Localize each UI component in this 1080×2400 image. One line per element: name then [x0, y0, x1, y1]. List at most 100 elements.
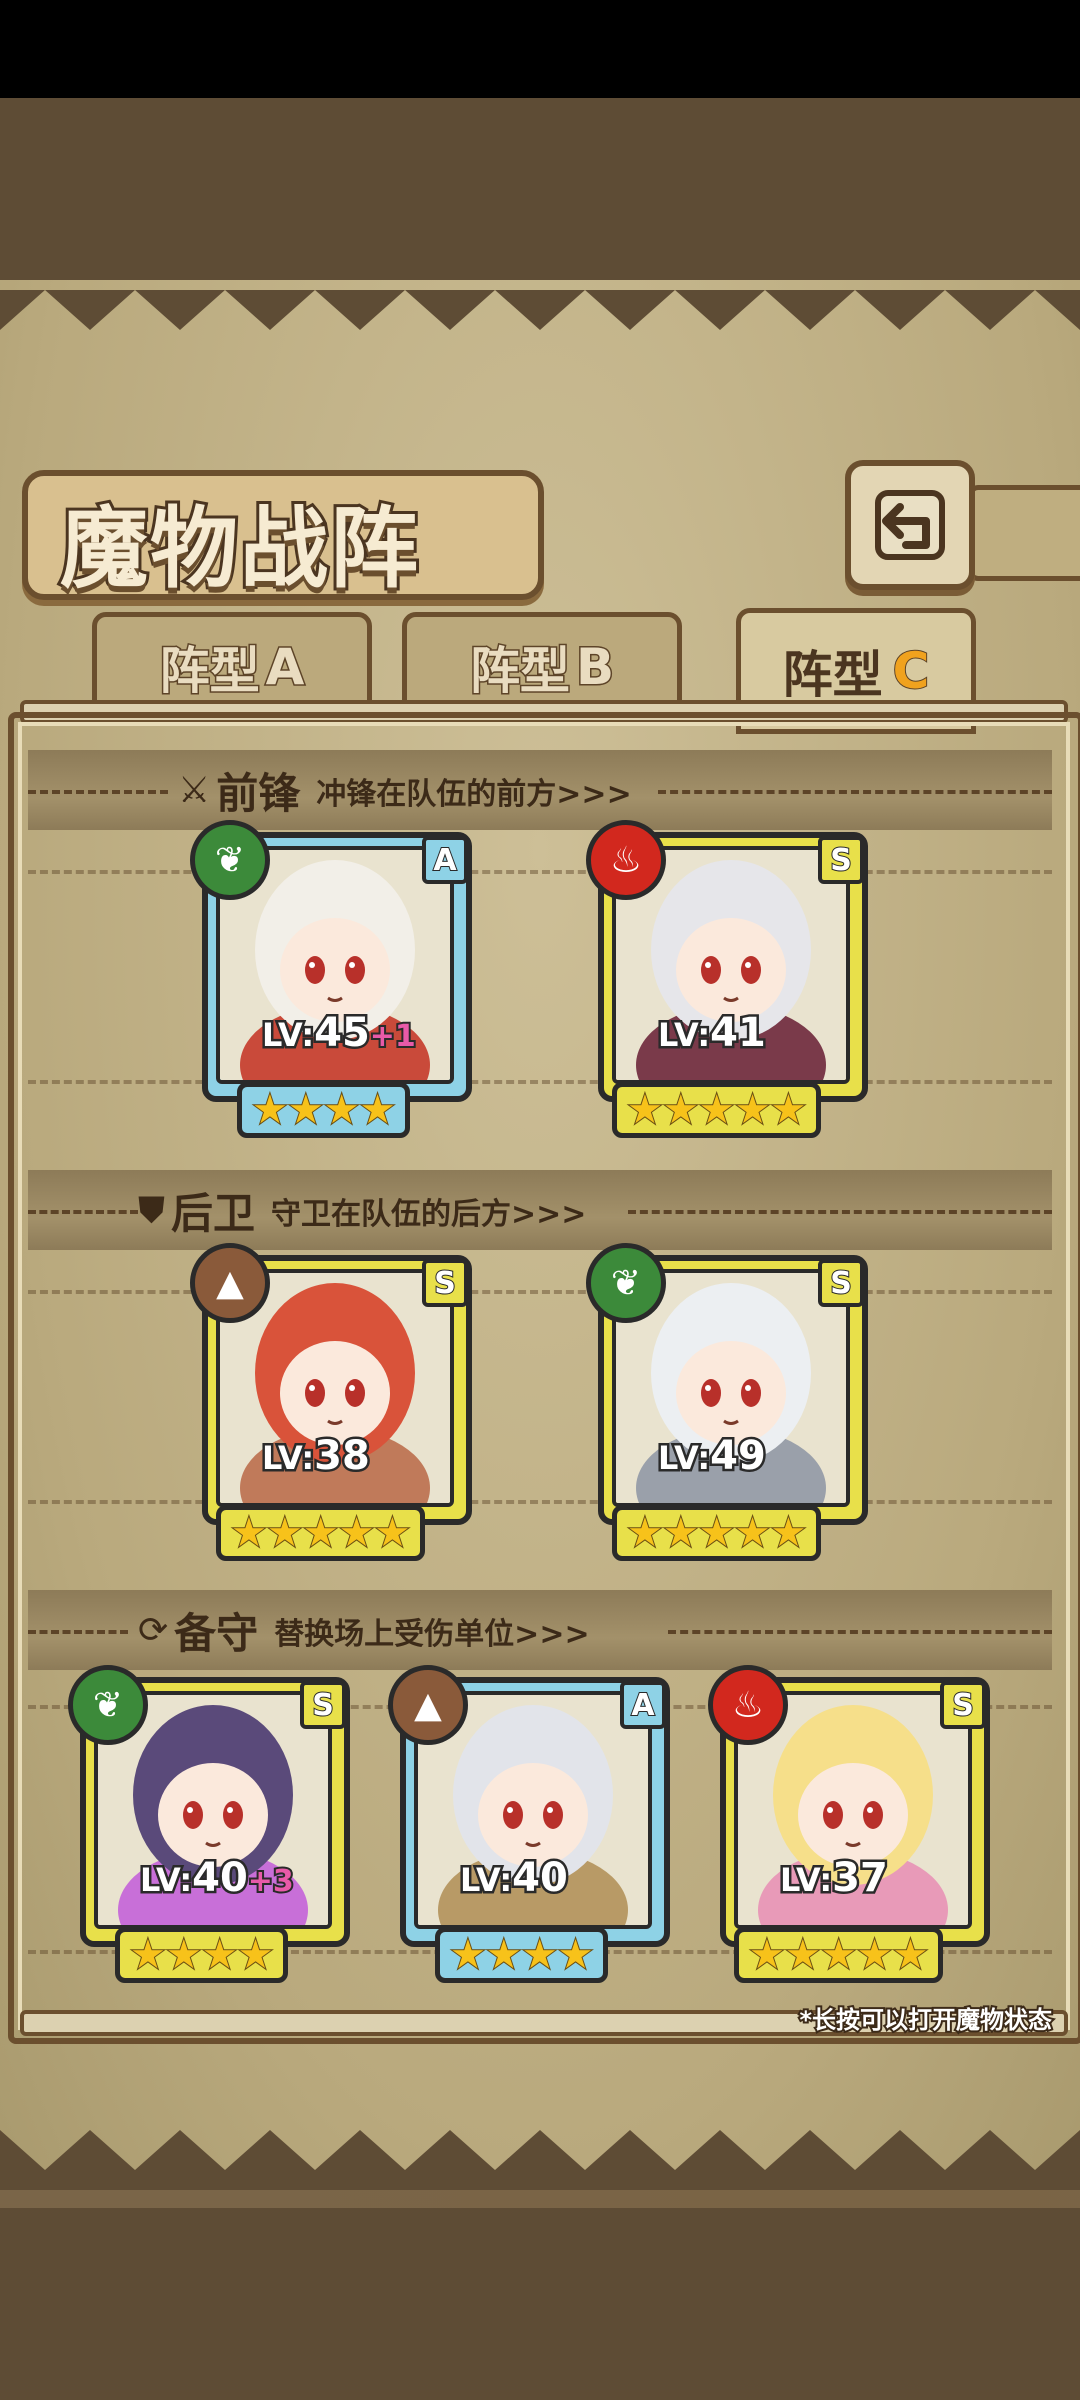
- lane-line: [28, 1290, 1052, 1294]
- swap-icon: ⟳: [138, 1610, 169, 1651]
- level-prefix: LV:: [137, 1859, 194, 1902]
- star-icon: ★: [698, 1087, 736, 1133]
- rank-badge: S: [940, 1681, 986, 1729]
- star-icon: ★: [323, 1087, 361, 1133]
- panel-bottom-edge: [0, 2130, 1080, 2190]
- star-icon: ★: [266, 1510, 304, 1556]
- monster-card-front-1[interactable]: A ❦ LV:45+1 ★ ★ ★ ★: [190, 820, 472, 1138]
- lane-line: [28, 870, 1052, 874]
- star-icon: ★: [769, 1510, 807, 1556]
- star-icon: ★: [287, 1087, 325, 1133]
- star-icon: ★: [784, 1932, 822, 1978]
- earth-element-icon: ▲: [388, 1665, 468, 1745]
- level-bonus: +3: [246, 1862, 296, 1901]
- star-icon: ★: [856, 1932, 894, 1978]
- level-prefix: LV:: [777, 1859, 834, 1902]
- level-value: 38: [312, 1431, 373, 1482]
- star-icon: ★: [359, 1087, 397, 1133]
- tab-letter: A: [264, 637, 306, 698]
- star-icon: ★: [449, 1932, 487, 1978]
- monster-card-reserve-2[interactable]: A ▲ LV:40 ★ ★ ★ ★: [388, 1665, 670, 1983]
- star-icon: ★: [626, 1087, 664, 1133]
- level-value: 41: [708, 1008, 769, 1059]
- tab-letter: B: [574, 637, 615, 698]
- status-bar: [0, 0, 1080, 98]
- star-icon: ★: [237, 1932, 275, 1978]
- star-icon: ★: [165, 1932, 203, 1978]
- monster-card-reserve-3[interactable]: S ♨ LV:37 ★ ★ ★ ★ ★: [708, 1665, 990, 1983]
- star-icon: ★: [662, 1510, 700, 1556]
- back-button-rail: [968, 485, 1080, 581]
- star-icon: ★: [734, 1087, 772, 1133]
- star-icon: ★: [734, 1510, 772, 1556]
- star-rating: ★ ★ ★ ★ ★: [612, 1082, 822, 1138]
- star-icon: ★: [302, 1510, 340, 1556]
- level-value: 40: [510, 1853, 571, 1904]
- star-icon: ★: [129, 1932, 167, 1978]
- shield-icon: ⛊: [138, 1189, 166, 1231]
- monster-card-back-2[interactable]: S ❦ LV:49 ★ ★ ★ ★ ★: [586, 1243, 868, 1561]
- star-rating: ★ ★ ★ ★ ★: [612, 1505, 822, 1561]
- star-icon: ★: [373, 1510, 411, 1556]
- section-title: 备守: [174, 1609, 259, 1658]
- lane-line: [28, 1500, 1052, 1504]
- level-value: 40: [190, 1853, 251, 1904]
- level-prefix: LV:: [457, 1859, 514, 1902]
- rank-badge: S: [818, 1259, 864, 1307]
- section-description: 冲锋在队伍的前方>>>: [316, 776, 632, 812]
- star-icon: ★: [769, 1087, 807, 1133]
- star-icon: ★: [626, 1510, 664, 1556]
- star-icon: ★: [338, 1510, 376, 1556]
- level-prefix: LV:: [655, 1014, 712, 1057]
- star-icon: ★: [891, 1932, 929, 1978]
- level-label: LV:41: [655, 1008, 769, 1059]
- back-button[interactable]: [845, 460, 975, 590]
- star-rating: ★ ★ ★ ★ ★: [734, 1927, 944, 1983]
- level-prefix: LV:: [259, 1014, 316, 1057]
- grass-element-icon: ❦: [190, 820, 270, 900]
- section-front: ⚔ 前锋 冲锋在队伍的前方>>>: [28, 750, 1052, 830]
- level-label: LV:45+1: [259, 1008, 418, 1059]
- section-reserve: ⟳ 备守 替换场上受伤单位>>>: [28, 1590, 1052, 1670]
- star-icon: ★: [662, 1087, 700, 1133]
- level-label: LV:40: [457, 1853, 571, 1904]
- star-icon: ★: [201, 1932, 239, 1978]
- star-rating: ★ ★ ★ ★ ★: [216, 1505, 426, 1561]
- star-icon: ★: [820, 1932, 858, 1978]
- star-icon: ★: [485, 1932, 523, 1978]
- level-label: LV:37: [777, 1853, 891, 1904]
- tab-letter: C: [892, 641, 931, 701]
- level-value: 49: [708, 1431, 769, 1482]
- panel-top-edge: [0, 290, 1080, 330]
- star-icon: ★: [557, 1932, 595, 1978]
- tab-label: 阵型: [782, 646, 883, 704]
- section-description: 守卫在队伍的后方>>>: [271, 1196, 587, 1232]
- level-value: 37: [830, 1853, 891, 1904]
- monster-card-back-1[interactable]: S ▲ LV:38 ★ ★ ★ ★ ★: [190, 1243, 472, 1561]
- star-icon: ★: [521, 1932, 559, 1978]
- monster-card-reserve-1[interactable]: S ❦ LV:40+3 ★ ★ ★ ★: [68, 1665, 350, 1983]
- rank-badge: A: [620, 1681, 666, 1729]
- section-title: 前锋: [216, 769, 301, 818]
- monster-card-front-2[interactable]: S ♨ LV:41 ★ ★ ★ ★ ★: [586, 820, 868, 1138]
- level-prefix: LV:: [655, 1437, 712, 1480]
- rank-badge: A: [422, 836, 468, 884]
- map-bottom-band: [0, 2208, 1080, 2400]
- back-arrow-icon: [875, 490, 945, 560]
- tab-label: 阵型: [468, 641, 571, 702]
- lane-line: [28, 1080, 1052, 1084]
- sword-icon: ⚔: [178, 770, 211, 811]
- level-label: LV:40+3: [137, 1853, 296, 1904]
- grass-element-icon: ❦: [68, 1665, 148, 1745]
- section-description: 替换场上受伤单位>>>: [274, 1616, 590, 1652]
- star-icon: ★: [251, 1087, 289, 1133]
- tab-label: 阵型: [158, 641, 261, 702]
- star-rating: ★ ★ ★ ★: [115, 1927, 289, 1983]
- map-top-band: [0, 98, 1080, 288]
- level-label: LV:49: [655, 1431, 769, 1482]
- fire-element-icon: ♨: [586, 820, 666, 900]
- rank-badge: S: [300, 1681, 346, 1729]
- star-icon: ★: [748, 1932, 786, 1978]
- level-bonus: +1: [368, 1017, 418, 1056]
- level-value: 45: [312, 1008, 373, 1059]
